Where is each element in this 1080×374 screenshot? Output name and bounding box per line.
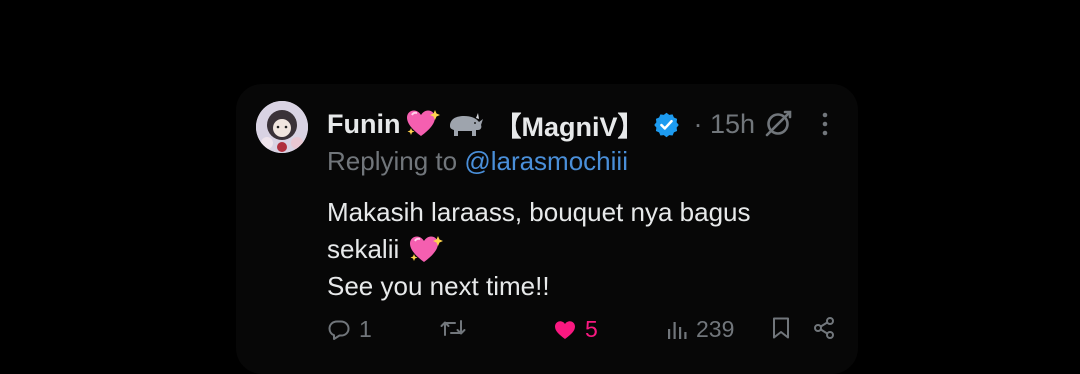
like-count: 5 [585, 316, 598, 342]
bookmark-icon [770, 316, 792, 340]
author-name[interactable]: Funin [327, 109, 400, 140]
retweet-icon [440, 316, 466, 340]
reply-count: 1 [359, 316, 372, 342]
action-bar: 1 5 239 [0, 316, 1080, 348]
tweet-header: Funin 【MagniV】 · 15h [327, 106, 755, 142]
replying-handle-link[interactable]: @larasmochiii [464, 146, 628, 176]
more-options-icon[interactable] [814, 110, 836, 138]
replying-to: Replying to @larasmochiii [327, 146, 628, 177]
bar-chart-icon [666, 318, 688, 342]
sparkling-heart-icon [409, 235, 444, 265]
share-icon [812, 316, 836, 340]
rhinoceros-icon [446, 110, 484, 138]
replying-prefix: Replying to [327, 146, 458, 176]
tweet-line: sekalii [327, 234, 400, 264]
sparkling-heart-icon [406, 109, 441, 139]
verified-badge-icon[interactable] [653, 111, 680, 138]
avatar[interactable] [256, 101, 308, 153]
bookmark-button[interactable] [770, 316, 792, 340]
tweet-line: Makasih laraass, bouquet nya bagus [327, 197, 751, 227]
share-button[interactable] [812, 316, 836, 340]
author-suffix[interactable]: 【MagniV】 [494, 105, 644, 144]
reply-button[interactable]: 1 [327, 316, 372, 343]
tweet-text: Makasih laraass, bouquet nya bagus sekal… [327, 194, 751, 305]
retweet-button[interactable] [440, 316, 474, 340]
like-button[interactable]: 5 [553, 316, 598, 343]
heart-filled-icon [553, 318, 577, 342]
tweet-line-with-emoji: sekalii [327, 231, 751, 268]
grok-icon[interactable] [763, 109, 793, 139]
tweet-line: See you next time!! [327, 271, 550, 301]
reply-icon [327, 318, 351, 342]
tweet-timestamp[interactable]: · 15h [694, 109, 756, 140]
views-button[interactable]: 239 [666, 316, 734, 343]
views-count: 239 [696, 316, 735, 342]
